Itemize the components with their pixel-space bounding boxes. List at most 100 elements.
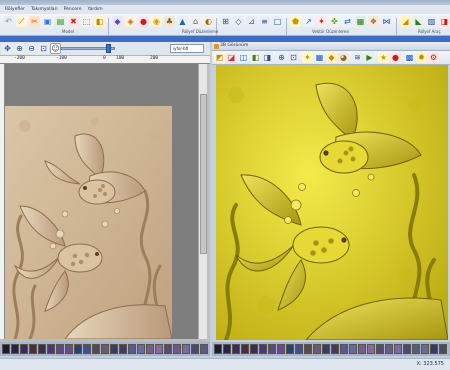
- color-swatch[interactable]: [367, 344, 375, 354]
- color-swatch[interactable]: [173, 344, 181, 354]
- color-swatch[interactable]: [277, 344, 285, 354]
- color-swatch[interactable]: [65, 344, 73, 354]
- color-swatch[interactable]: [128, 344, 136, 354]
- color-icon[interactable]: ●: [390, 52, 401, 63]
- color-swatch[interactable]: [119, 344, 127, 354]
- color-swatch[interactable]: [340, 344, 348, 354]
- zoom-slider-thumb[interactable]: [105, 44, 111, 53]
- relief-view-icon[interactable]: ▨: [426, 16, 437, 27]
- color-swatch[interactable]: [74, 344, 82, 354]
- offset-icon[interactable]: ⬟: [290, 16, 301, 27]
- layers-icon[interactable]: ❖: [368, 16, 379, 27]
- paste-icon[interactable]: ▤: [55, 16, 66, 27]
- merge-icon[interactable]: ●: [138, 16, 149, 27]
- delete-icon[interactable]: ✖: [68, 16, 79, 27]
- measure-icon[interactable]: ◧: [94, 16, 105, 27]
- mirror-icon[interactable]: ⇄: [342, 16, 353, 27]
- star-icon[interactable]: ★: [378, 52, 389, 63]
- color-swatch[interactable]: [421, 344, 429, 354]
- copy-icon[interactable]: ▣: [42, 16, 53, 27]
- front-view-icon[interactable]: ◫: [238, 52, 249, 63]
- color-swatch[interactable]: [250, 344, 258, 354]
- add-icon[interactable]: ◆: [112, 16, 123, 27]
- color-swatch[interactable]: [164, 344, 172, 354]
- color-swatch[interactable]: [47, 344, 55, 354]
- iso-view-icon[interactable]: ◩: [214, 52, 225, 63]
- wireframe-icon[interactable]: ▦: [314, 52, 325, 63]
- color-swatch[interactable]: [83, 344, 91, 354]
- color-swatch[interactable]: [412, 344, 420, 354]
- right-view-icon[interactable]: ◨: [262, 52, 273, 63]
- sculpt-icon[interactable]: ♣: [164, 16, 175, 27]
- bitmap-icon[interactable]: ⌂: [190, 16, 201, 27]
- stamp-icon[interactable]: ▲: [177, 16, 188, 27]
- shape-icon[interactable]: □: [272, 16, 283, 27]
- color-swatch[interactable]: [146, 344, 154, 354]
- grid-icon[interactable]: ▦: [355, 16, 366, 27]
- align-icon[interactable]: ✜: [329, 16, 340, 27]
- material-icon[interactable]: ◕: [338, 52, 349, 63]
- node-icon[interactable]: ◇: [233, 16, 244, 27]
- connect-icon[interactable]: ⋈: [381, 16, 392, 27]
- color-swatch[interactable]: [20, 344, 28, 354]
- zoom-view-icon[interactable]: ⊕: [276, 52, 287, 63]
- left-view-icon[interactable]: ◧: [250, 52, 261, 63]
- color-swatch[interactable]: [385, 344, 393, 354]
- color-swatch[interactable]: [376, 344, 384, 354]
- menu-help[interactable]: Yardım: [88, 5, 103, 14]
- color-swatch[interactable]: [322, 344, 330, 354]
- fit-3d-icon[interactable]: ⊡: [288, 52, 299, 63]
- pan-icon[interactable]: ✥: [2, 43, 13, 54]
- color-swatch[interactable]: [241, 344, 249, 354]
- color-swatch[interactable]: [2, 344, 10, 354]
- cut-icon[interactable]: ✂: [29, 16, 40, 27]
- texture-icon[interactable]: ◐: [203, 16, 214, 27]
- shaded-icon[interactable]: ◆: [326, 52, 337, 63]
- menu-reliefs[interactable]: Rölyefler: [5, 5, 25, 14]
- relief-paint-icon[interactable]: ◣: [413, 16, 424, 27]
- zoom-in-icon[interactable]: ⊕: [14, 43, 25, 54]
- select-icon[interactable]: ⬚: [81, 16, 92, 27]
- light-icon[interactable]: ✦: [302, 52, 313, 63]
- menu-window[interactable]: Pencere: [64, 5, 82, 14]
- view-selector[interactable]: ıyfor-btl: [170, 44, 204, 53]
- weld-icon[interactable]: ✦: [316, 16, 327, 27]
- color-swatch[interactable]: [349, 344, 357, 354]
- color-swatch[interactable]: [191, 344, 199, 354]
- color-swatch[interactable]: [56, 344, 64, 354]
- color-swatch[interactable]: [430, 344, 438, 354]
- color-swatch[interactable]: [155, 344, 163, 354]
- menu-toolpaths[interactable]: Takımyolları: [31, 5, 58, 14]
- trim-icon[interactable]: ↗: [303, 16, 314, 27]
- settings-icon[interactable]: ⚙: [428, 52, 439, 63]
- redo-icon[interactable]: ⟋: [16, 16, 27, 27]
- subtract-icon[interactable]: ◈: [125, 16, 136, 27]
- zoom-out-icon[interactable]: ⊖: [26, 43, 37, 54]
- color-swatch[interactable]: [394, 344, 402, 354]
- relief-color-icon[interactable]: ◨: [439, 16, 450, 27]
- color-swatch[interactable]: [313, 344, 321, 354]
- color-swatch[interactable]: [214, 344, 222, 354]
- color-swatch[interactable]: [295, 344, 303, 354]
- text-icon[interactable]: ≡: [259, 16, 270, 27]
- color-swatch[interactable]: [232, 344, 240, 354]
- color-swatch[interactable]: [331, 344, 339, 354]
- simulate-icon[interactable]: ▶: [364, 52, 375, 63]
- color-swatch[interactable]: [38, 344, 46, 354]
- color-swatch[interactable]: [110, 344, 118, 354]
- color-swatch[interactable]: [137, 344, 145, 354]
- grid-toggle-icon[interactable]: ▩: [404, 52, 415, 63]
- color-swatch[interactable]: [101, 344, 109, 354]
- color-swatch[interactable]: [286, 344, 294, 354]
- color-swatch[interactable]: [358, 344, 366, 354]
- vector-icon[interactable]: ⊿: [246, 16, 257, 27]
- color-swatch[interactable]: [268, 344, 276, 354]
- color-swatch[interactable]: [200, 344, 208, 354]
- render-icon[interactable]: ✹: [416, 52, 427, 63]
- color-swatch[interactable]: [403, 344, 411, 354]
- smooth-icon[interactable]: ◉: [151, 16, 162, 27]
- relief-tool-icon[interactable]: ◢: [400, 16, 411, 27]
- color-swatch[interactable]: [29, 344, 37, 354]
- relief-2d-canvas[interactable]: [5, 64, 198, 339]
- zoom-icon[interactable]: ⊞: [220, 16, 231, 27]
